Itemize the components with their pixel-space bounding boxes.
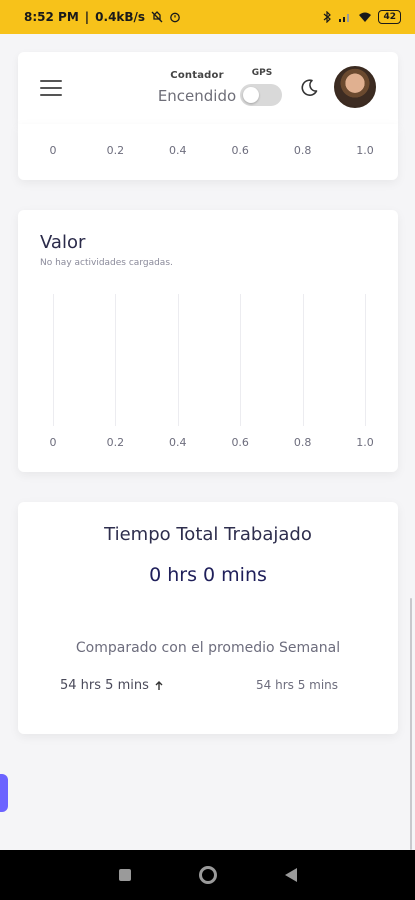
- wifi-icon: [359, 12, 372, 22]
- x-tick-label: 0.4: [169, 144, 187, 157]
- bluetooth-icon: [324, 11, 332, 23]
- gps-control: GPS: [240, 68, 284, 106]
- recent-apps-button[interactable]: [118, 869, 131, 881]
- menu-line: [40, 87, 62, 89]
- x-tick-label: 0: [49, 436, 57, 449]
- x-tick-label: 1.0: [356, 144, 374, 157]
- status-right: 42: [323, 10, 401, 24]
- chart-title: Valor: [40, 232, 86, 253]
- x-tick-label: 0.8: [293, 436, 312, 449]
- chart-subtitle: No hay actividades cargadas.: [40, 258, 173, 268]
- total-time-value: 0 hrs 0 mins: [149, 564, 267, 586]
- menu-line: [40, 94, 62, 96]
- menu-line: [40, 80, 62, 82]
- alarm-icon: [170, 12, 180, 23]
- weekly-compare-current: 54 hrs 5 mins: [60, 678, 163, 693]
- x-gridline: [365, 294, 366, 426]
- x-tick-label: 1.0: [356, 436, 374, 449]
- counter-value: Encendido: [157, 87, 237, 105]
- compare-current-value: 54 hrs 5 mins: [60, 678, 149, 693]
- gps-toggle-knob: [243, 87, 259, 103]
- scrollbar[interactable]: [410, 598, 412, 850]
- mute-icon: [151, 11, 163, 23]
- moon-icon[interactable]: [299, 78, 319, 98]
- back-button[interactable]: [284, 868, 297, 882]
- x-tick-label: 0.2: [106, 144, 125, 157]
- system-nav-bar: [0, 850, 415, 900]
- total-time-card: Tiempo Total Trabajado 0 hrs 0 mins Comp…: [18, 502, 398, 734]
- x-gridline: [177, 294, 179, 426]
- x-tick-label: 0.6: [231, 144, 249, 157]
- hamburger-menu-icon[interactable]: [40, 80, 62, 96]
- gps-toggle[interactable]: [240, 84, 282, 106]
- x-tick-label: 0.4: [169, 436, 187, 449]
- x-tick-label: 0.6: [231, 436, 249, 449]
- gps-label: GPS: [251, 68, 273, 78]
- weekly-compare-average: 54 hrs 5 mins: [256, 678, 339, 692]
- x-tick-label: 0.2: [106, 436, 125, 449]
- app-header: Contador Encendido GPS: [18, 52, 398, 124]
- x-gridline: [240, 294, 242, 426]
- status-separator: |: [84, 10, 90, 24]
- x-gridline: [302, 294, 304, 426]
- chart-plot-area: 0 0.2 0.4 0.6 0.8 1.0: [50, 294, 374, 449]
- x-tick-label: 0: [49, 144, 57, 157]
- counter-label: Contador: [170, 70, 224, 81]
- status-left: 8:52 PM | 0.4kB/s: [24, 10, 181, 24]
- arrow-up-icon: [155, 680, 163, 690]
- chart-card-top: 0 0.2 0.4 0.6 0.8 1.0: [18, 124, 398, 180]
- battery-indicator: 42: [378, 10, 401, 24]
- status-network-speed: 0.4kB/s: [95, 10, 146, 24]
- counter-status: Contador Encendido: [138, 70, 256, 105]
- home-button[interactable]: [198, 866, 217, 884]
- floating-side-tab[interactable]: [0, 774, 8, 812]
- weekly-compare-label: Comparado con el promedio Semanal: [75, 640, 341, 656]
- user-avatar[interactable]: [334, 66, 376, 108]
- x-tick-label: 0.8: [293, 144, 312, 157]
- status-time: 8:52 PM: [24, 10, 79, 24]
- x-gridline: [115, 294, 117, 426]
- total-time-title: Tiempo Total Trabajado: [104, 524, 312, 545]
- status-bar: 8:52 PM | 0.4kB/s 42: [0, 0, 415, 34]
- chart-card-valor: Valor No hay actividades cargadas. 0 0.2 0…: [18, 210, 398, 472]
- x-gridline: [53, 294, 54, 426]
- signal-icon: [339, 14, 350, 22]
